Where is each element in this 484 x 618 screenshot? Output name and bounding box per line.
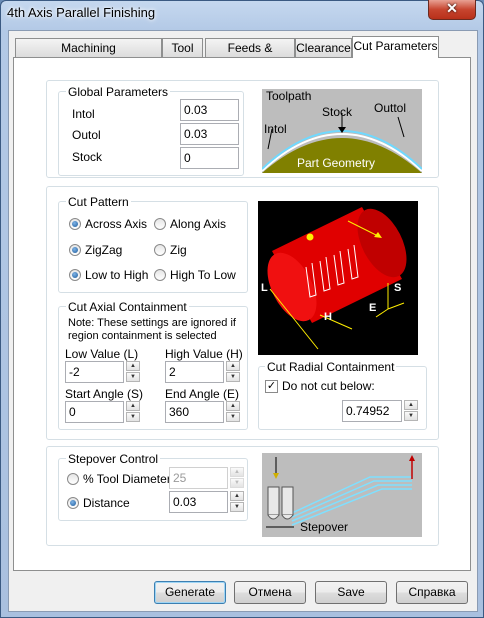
start-point-marker (306, 233, 314, 241)
stepover-diagram-label: Stepover (300, 520, 348, 534)
low-value-input[interactable]: -2 (65, 361, 124, 383)
intol-diagram-label: Intol (264, 122, 287, 136)
help-button[interactable]: Справка (396, 581, 468, 604)
stock-diagram-label: Stock (322, 105, 353, 119)
global-parameters-title: Global Parameters (66, 85, 171, 99)
intol-input[interactable]: 0.03 (180, 99, 239, 121)
stock-input[interactable]: 0 (180, 147, 239, 169)
end-angle-label: End Angle (E) (165, 387, 240, 401)
tool-diameter-radio[interactable] (67, 473, 79, 485)
s-label: S (394, 282, 401, 294)
intol-label: Intol (72, 107, 95, 121)
tab-feeds-speeds[interactable]: Feeds & Speeds (205, 38, 295, 74)
axial-containment-title: Cut Axial Containment (66, 300, 189, 314)
e-label: E (369, 302, 376, 314)
tool-diameter-label: % Tool Diameter (83, 472, 171, 486)
zig-label: Zig (170, 243, 187, 257)
radial-value-spinner[interactable]: ▲ ▼ (404, 400, 418, 422)
end-angle-spinner[interactable]: ▲ ▼ (226, 401, 240, 423)
distance-radio[interactable] (67, 497, 79, 509)
distance-label: Distance (83, 496, 130, 510)
zigzag-radio[interactable] (69, 244, 81, 256)
stepover-control-title: Stepover Control (66, 452, 161, 466)
cylinder-diagram: L H S E (258, 201, 418, 355)
window-title: 4th Axis Parallel Finishing (7, 5, 156, 20)
zig-radio[interactable] (154, 244, 166, 256)
tool-diameter-input[interactable]: 25 (169, 467, 228, 489)
tool-diameter-spinner[interactable]: ▲ ▼ (230, 467, 244, 489)
low-to-high-label: Low to High (85, 268, 149, 282)
axial-note: Note: These settings are ignored if regi… (68, 317, 236, 342)
high-to-low-radio[interactable] (154, 269, 166, 281)
outol-input[interactable]: 0.03 (180, 123, 239, 145)
across-axis-radio[interactable] (69, 218, 81, 230)
do-not-cut-below-label: Do not cut below: (282, 379, 375, 393)
toolpath-label: Toolpath (266, 89, 311, 103)
tab-tool[interactable]: Tool (162, 38, 203, 57)
end-angle-input[interactable]: 360 (165, 401, 224, 423)
across-axis-label: Across Axis (85, 217, 148, 231)
stepover-diagram: Stepover (262, 453, 422, 537)
low-value-spinner[interactable]: ▲ ▼ (126, 361, 140, 383)
high-value-label: High Value (H) (165, 347, 243, 361)
generate-button[interactable]: Generate (154, 581, 226, 604)
outtol-label: Outtol (374, 101, 406, 115)
cancel-button[interactable]: Отмена (234, 581, 306, 604)
cut-pattern-title: Cut Pattern (66, 195, 131, 209)
start-angle-input[interactable]: 0 (65, 401, 124, 423)
high-to-low-label: High To Low (170, 268, 236, 282)
outol-label: Outol (72, 128, 101, 142)
radial-value-input[interactable]: 0.74952 (342, 400, 402, 422)
low-to-high-radio[interactable] (69, 269, 81, 281)
radial-containment-title: Cut Radial Containment (265, 360, 397, 374)
save-button[interactable]: Save (315, 581, 387, 604)
zigzag-label: ZigZag (85, 243, 123, 257)
start-angle-spinner[interactable]: ▲ ▼ (126, 401, 140, 423)
h-label: H (324, 311, 332, 323)
high-value-spinner[interactable]: ▲ ▼ (226, 361, 240, 383)
distance-input[interactable]: 0.03 (169, 491, 228, 513)
high-value-input[interactable]: 2 (165, 361, 224, 383)
distance-spinner[interactable]: ▲ ▼ (230, 491, 244, 513)
l-label: L (261, 282, 268, 294)
part-geometry-label: Part Geometry (297, 156, 375, 170)
do-not-cut-below-checkbox[interactable]: ✓ (265, 380, 278, 393)
tool-left (267, 486, 280, 516)
tab-cut-parameters[interactable]: Cut Parameters (352, 36, 439, 58)
start-angle-label: Start Angle (S) (65, 387, 144, 401)
tolerance-diagram: Toolpath Stock Outtol Intol Part Geometr… (262, 89, 422, 173)
tab-clearance[interactable]: Clearance (295, 38, 352, 57)
along-axis-label: Along Axis (170, 217, 227, 231)
along-axis-radio[interactable] (154, 218, 166, 230)
close-button[interactable]: ✕ (428, 0, 476, 20)
low-value-label: Low Value (L) (65, 347, 139, 361)
stock-label: Stock (72, 150, 103, 164)
tab-machining-features[interactable]: Machining Features/Regions (15, 38, 162, 74)
tool-right (281, 486, 294, 516)
